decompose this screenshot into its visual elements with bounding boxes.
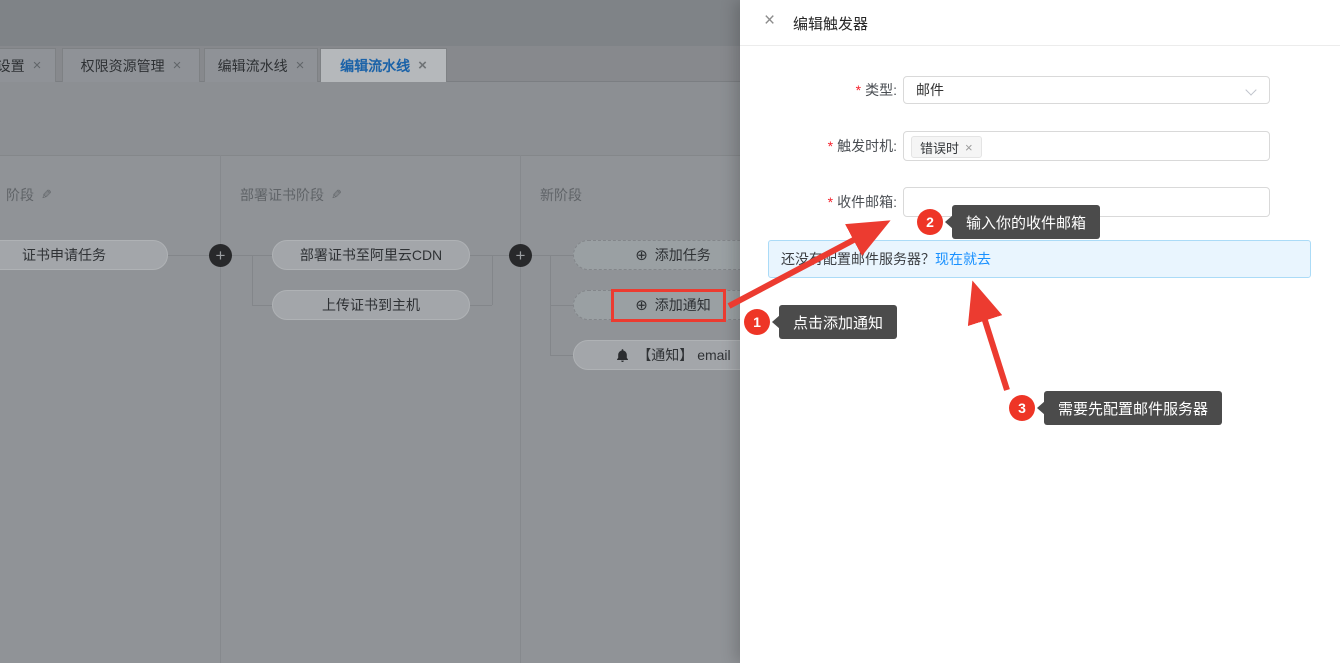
drawer-title: 编辑触发器: [793, 13, 868, 34]
field-label: *类型:: [740, 76, 897, 104]
required-mark: *: [828, 194, 833, 210]
mail-server-alert: 还没有配置邮件服务器？ 现在就去: [768, 240, 1311, 278]
step-3-badge: 3: [1009, 395, 1035, 421]
add-stage-button[interactable]: +: [209, 244, 232, 267]
type-select[interactable]: 邮件: [903, 76, 1270, 104]
tab-settings[interactable]: 设置 ×: [0, 48, 56, 82]
required-mark: *: [856, 82, 861, 98]
add-stage-button[interactable]: +: [509, 244, 532, 267]
connector-line: [550, 355, 573, 356]
stage-title-1: 阶段 ✎: [6, 185, 52, 205]
tab-bar: 设置 × 权限资源管理 × 编辑流水线 × 编辑流水线 ×: [0, 46, 740, 82]
app-window: 设置 × 权限资源管理 × 编辑流水线 × 编辑流水线 × 阶段 ✎: [0, 0, 1340, 663]
field-label: *收件邮箱:: [740, 187, 897, 217]
timing-multiselect[interactable]: 错误时 ×: [903, 131, 1270, 161]
field-row-type: *类型: 邮件: [740, 76, 1340, 104]
field-row-timing: *触发时机: 错误时 ×: [740, 131, 1340, 161]
step-1-tooltip: 点击添加通知: [779, 305, 897, 339]
edit-pencil-icon[interactable]: ✎: [41, 187, 52, 203]
step-2-tooltip: 输入你的收件邮箱: [952, 205, 1100, 239]
task-node-deploy-cdn[interactable]: 部署证书至阿里云CDN: [272, 240, 470, 270]
configure-now-link[interactable]: 现在就去: [935, 249, 991, 269]
close-icon[interactable]: ×: [764, 11, 775, 30]
tab-label: 设置: [0, 56, 25, 76]
tab-label: 编辑流水线: [218, 56, 288, 76]
tab-edit-pipeline-2-active[interactable]: 编辑流水线 ×: [320, 48, 447, 82]
pipeline-canvas: [0, 155, 740, 663]
connector-line: [492, 255, 493, 305]
app-header: [0, 0, 740, 46]
task-node-cert-request[interactable]: 证书申请任务: [0, 240, 168, 270]
step-3-tooltip: 需要先配置邮件服务器: [1044, 391, 1222, 425]
close-icon[interactable]: ×: [173, 58, 182, 73]
plus-circle-icon: ⊕: [635, 298, 648, 313]
connector-line: [470, 305, 492, 306]
tab-edit-pipeline-1[interactable]: 编辑流水线 ×: [204, 48, 318, 82]
stage-title-2: 部署证书阶段 ✎: [240, 185, 342, 205]
pipeline-edit-page: 设置 × 权限资源管理 × 编辑流水线 × 编辑流水线 × 阶段 ✎: [0, 0, 740, 663]
connector-line: [252, 255, 253, 305]
tab-permission-resources[interactable]: 权限资源管理 ×: [62, 48, 200, 82]
select-value: 邮件: [916, 77, 944, 103]
required-mark: *: [828, 138, 833, 154]
tab-label: 编辑流水线: [340, 56, 410, 76]
tab-label: 权限资源管理: [81, 56, 165, 76]
step-1-badge: 1: [744, 309, 770, 335]
close-icon[interactable]: ×: [418, 58, 427, 73]
bell-icon: [615, 348, 630, 363]
timing-tag: 错误时 ×: [911, 136, 982, 158]
close-icon[interactable]: ×: [296, 58, 305, 73]
chevron-down-icon: [1245, 84, 1256, 95]
step-2-badge: 2: [917, 209, 943, 235]
tag-close-icon[interactable]: ×: [965, 141, 973, 154]
plus-circle-icon: ⊕: [635, 248, 648, 263]
connector-line: [252, 305, 272, 306]
edit-pencil-icon[interactable]: ✎: [331, 187, 342, 203]
stage-title-3: 新阶段: [540, 185, 582, 205]
stage-divider: [220, 155, 221, 663]
page-toolbar-area: [0, 82, 740, 155]
task-node-upload-host[interactable]: 上传证书到主机: [272, 290, 470, 320]
field-label: *触发时机:: [740, 131, 897, 161]
connector-line: [550, 305, 573, 306]
stage-divider: [520, 155, 521, 663]
close-icon[interactable]: ×: [33, 58, 42, 73]
drawer-header: × 编辑触发器: [740, 0, 1340, 46]
